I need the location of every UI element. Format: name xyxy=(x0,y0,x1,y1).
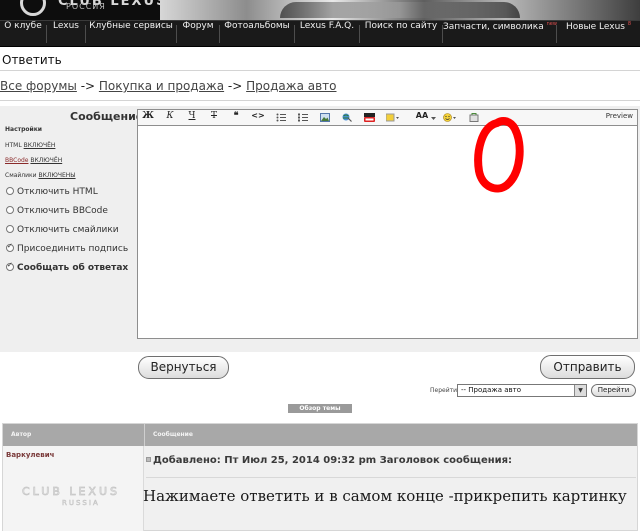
count-badge: 8 xyxy=(627,21,632,27)
bbcode-link[interactable]: BBCode xyxy=(5,157,29,164)
message-textarea[interactable] xyxy=(137,125,638,339)
quote-button[interactable]: ❝ xyxy=(230,111,242,124)
back-button[interactable]: Вернуться xyxy=(138,356,229,379)
setting-smilies: Смайлики ВКЛЮЧЕНЫ xyxy=(5,172,76,179)
nav-item-site-search[interactable]: Поиск по сайту xyxy=(360,21,442,47)
jump-label: Перейти: xyxy=(430,387,460,394)
divider xyxy=(0,70,640,71)
reply-editor-panel: Сообщение: Настройки HTML ВКЛЮЧЁН BBCode… xyxy=(0,106,640,352)
main-nav: О клубе Lexus Клубные сервисы Форум Фото… xyxy=(0,20,640,47)
nav-item-faq[interactable]: Lexus F.A.Q. xyxy=(295,21,359,47)
page-title: Ответить xyxy=(2,53,62,67)
checkbox-checked[interactable] xyxy=(6,261,14,271)
post-meta: Добавлено: Пт Июл 25, 2014 09:32 pm Заго… xyxy=(146,455,512,466)
breadcrumb-separator: -> xyxy=(224,79,247,93)
youtube-icon[interactable] xyxy=(364,113,375,122)
breadcrumb-car-sales[interactable]: Продажа авто xyxy=(246,79,336,93)
post-icon xyxy=(146,457,151,462)
option-attach-signature[interactable]: Присоединить подпись xyxy=(6,242,128,254)
nav-item-photo-albums[interactable]: Фотоальбомы xyxy=(220,21,294,47)
nav-item-forum[interactable]: Форум xyxy=(177,21,219,47)
breadcrumb: Все форумы -> Покупка и продажа -> Прода… xyxy=(0,79,337,93)
numbered-list-icon[interactable] xyxy=(298,113,308,122)
checkbox[interactable] xyxy=(6,225,14,233)
nav-item-about[interactable]: О клубе xyxy=(0,21,46,47)
nav-item-parts[interactable]: Запчасти, символика new xyxy=(443,21,557,47)
image-icon[interactable] xyxy=(320,113,330,122)
preview-link[interactable]: Preview xyxy=(606,112,633,120)
settings-title: Настройки xyxy=(5,126,43,133)
setting-html-state[interactable]: ВКЛЮЧЁН xyxy=(24,142,56,149)
breadcrumb-separator: -> xyxy=(76,79,99,93)
go-button[interactable]: Перейти xyxy=(591,384,636,397)
author-name[interactable]: Варкулевич xyxy=(6,451,54,459)
smiley-icon[interactable] xyxy=(443,113,456,122)
post-body: Нажимаете ответить и в самом конце -прик… xyxy=(143,487,627,505)
chevron-down-icon[interactable]: ▼ xyxy=(574,385,586,396)
nav-item-new-lexus[interactable]: Новые Lexus 8 xyxy=(557,21,640,47)
editor-toolbar: Ж К Ч Т ❝ <> AA Preview xyxy=(137,109,638,125)
site-banner: CLUB LEXUS РОССИЯ xyxy=(0,0,640,20)
brand-region: РОССИЯ xyxy=(66,2,106,11)
font-size-button[interactable]: AA xyxy=(414,111,430,124)
banner-car-image xyxy=(160,0,640,20)
club-lexus-watermark-logo: CLUB LEXUS RUSSIA xyxy=(22,485,121,508)
column-message: Сообщение xyxy=(153,431,193,438)
breadcrumb-all-forums[interactable]: Все форумы xyxy=(0,79,77,93)
divider xyxy=(146,477,636,478)
option-notify-replies[interactable]: Сообщать об ответах xyxy=(6,261,128,273)
lexus-logo-icon[interactable] xyxy=(20,0,46,16)
red-ellipse-annotation xyxy=(474,117,524,193)
chevron-down-icon[interactable] xyxy=(431,113,436,122)
checkbox[interactable] xyxy=(6,187,14,195)
setting-smilies-state[interactable]: ВКЛЮЧЕНЫ xyxy=(38,172,75,179)
bullet-list-icon[interactable] xyxy=(276,113,286,122)
nav-item-club-services[interactable]: Клубные сервисы xyxy=(86,21,176,47)
option-disable-bbcode[interactable]: Отключить BBCode xyxy=(6,206,108,216)
italic-button[interactable]: К xyxy=(164,111,176,124)
strike-button[interactable]: Т xyxy=(208,111,220,124)
send-button[interactable]: Отправить xyxy=(540,355,635,379)
color-picker-icon[interactable] xyxy=(386,113,399,122)
setting-bbcode-state[interactable]: ВКЛЮЧЁН xyxy=(30,157,62,164)
checkbox[interactable] xyxy=(6,206,14,214)
setting-bbcode: BBCode ВКЛЮЧЁН xyxy=(5,157,62,164)
column-author: Автор xyxy=(11,431,32,438)
bold-button[interactable]: Ж xyxy=(142,111,154,124)
divider xyxy=(0,100,640,101)
underline-button[interactable]: Ч xyxy=(186,111,198,124)
option-disable-smilies[interactable]: Отключить смайлики xyxy=(6,225,119,235)
option-disable-html[interactable]: Отключить HTML xyxy=(6,187,98,197)
nav-item-lexus[interactable]: Lexus xyxy=(47,21,85,47)
message-label: Сообщение: xyxy=(70,110,148,123)
link-icon[interactable] xyxy=(342,113,352,122)
checkbox-checked[interactable] xyxy=(6,242,14,252)
forum-jump-select[interactable]: -- Продажа авто ▼ xyxy=(457,384,587,397)
topic-review-tab[interactable]: Обзор темы xyxy=(288,404,352,413)
table-header: Автор Сообщение xyxy=(3,424,637,446)
setting-html: HTML ВКЛЮЧЁН xyxy=(5,142,56,149)
breadcrumb-buy-sell[interactable]: Покупка и продажа xyxy=(99,79,224,93)
code-button[interactable]: <> xyxy=(251,111,265,124)
